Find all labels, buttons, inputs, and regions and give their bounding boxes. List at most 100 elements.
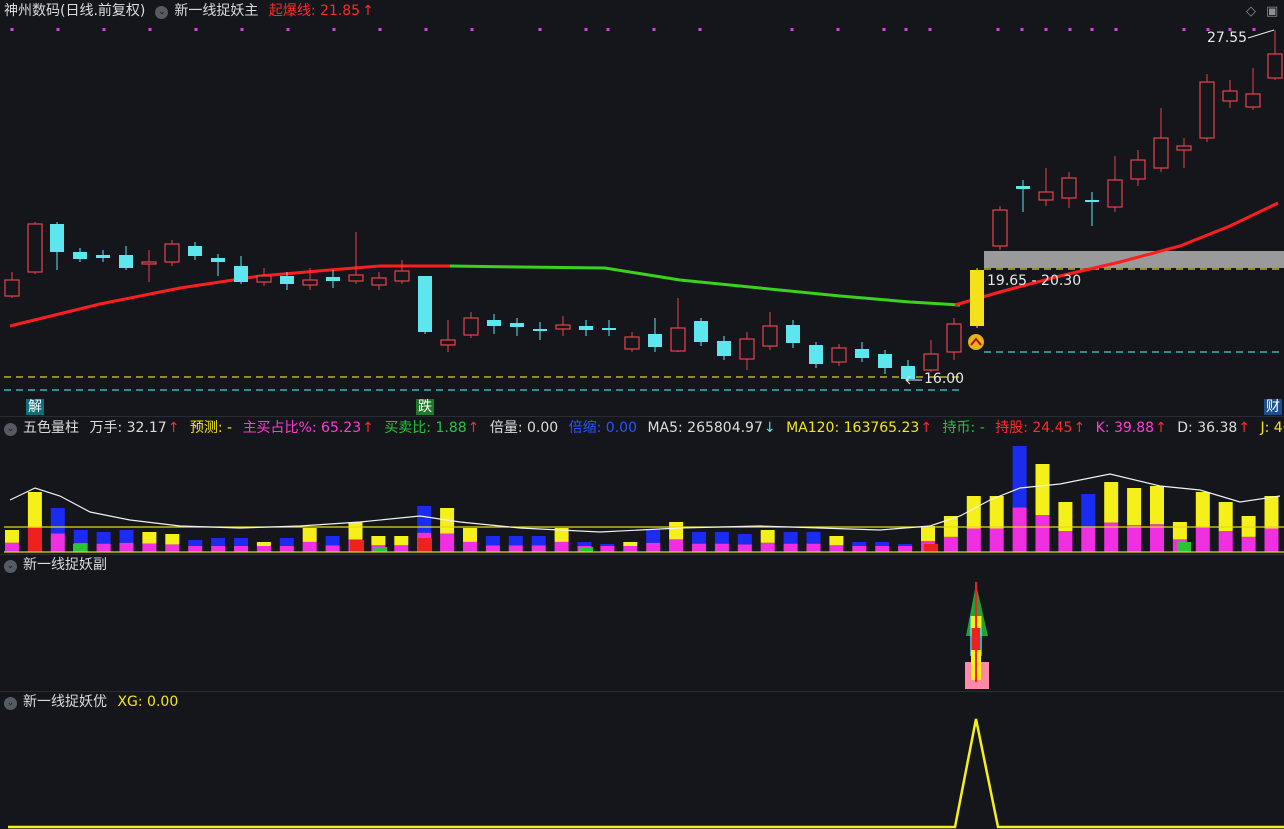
candle-body-up: [946, 323, 962, 353]
price-panel[interactable]: 神州数码(日线.前复权) ⌄ 新一线捉妖主 起爆线: 21.85 ↑ ◇ ▣ 27.5…: [0, 0, 1284, 416]
volume-bar-top: [119, 530, 134, 543]
signal-dot: [148, 28, 152, 31]
collapse-icon[interactable]: ⌄: [4, 697, 17, 710]
signal-dot: [928, 28, 932, 31]
signal-dot: [1044, 28, 1048, 31]
sub-chart[interactable]: [0, 554, 1284, 691]
breakout-zone-label: 19.65 - 20.30: [987, 273, 1082, 289]
volume-bar-top: [1012, 446, 1027, 508]
ma120: MA120: 163765.23: [786, 420, 920, 436]
volume-bar-main: [325, 545, 340, 552]
candle-body-down: [579, 326, 593, 330]
candle-body-down: [280, 276, 294, 284]
volume-bar-top: [1264, 496, 1279, 529]
up-arrow-icon: ↑: [467, 420, 480, 436]
candle-body-up: [624, 336, 640, 350]
zhumai: 主买占比%: 65.23: [242, 420, 362, 436]
signal-dot: [1114, 28, 1118, 31]
volume-bar-main: [508, 545, 523, 552]
volume-bar-main: [760, 542, 775, 552]
volume-bar-main: [188, 546, 203, 552]
volume-bar-main: [1218, 531, 1233, 552]
chigu: 持股: 24.45: [995, 420, 1073, 436]
sub-header: ⌄ 新一线捉妖副: [0, 554, 113, 576]
volume-bar-top: [898, 544, 913, 546]
volume-bar-main: [1081, 527, 1096, 552]
signal-dot: [996, 28, 1000, 31]
signal-badge-icon: [968, 334, 984, 350]
indicator-name[interactable]: 新一线捉妖主: [174, 3, 258, 19]
volume-bar-top: [692, 532, 706, 544]
window-toggle-icon[interactable]: ▣: [1266, 4, 1278, 19]
xg-chart[interactable]: [0, 691, 1284, 829]
volume-bar-main: [50, 533, 65, 552]
volume-bar-main: [485, 545, 500, 552]
volume-bar-main: [1241, 536, 1256, 552]
volume-bar-top: [188, 540, 203, 546]
volume-bar-main: [5, 542, 19, 552]
signal-dot: [424, 28, 428, 31]
volume-bar-top: [806, 532, 821, 544]
sub-title[interactable]: 新一线捉妖副: [23, 557, 107, 573]
volume-bar-main: [165, 544, 180, 552]
candle-body-down: [418, 276, 432, 332]
volume-bar-main: [623, 546, 638, 552]
candle-body-down: [211, 258, 225, 262]
candle-body-down: [326, 277, 340, 281]
opt-title[interactable]: 新一线捉妖优: [23, 694, 107, 710]
volume-bar-top: [5, 530, 19, 543]
volume-bar-top: [27, 492, 42, 527]
candle-body-up: [1038, 191, 1054, 201]
candle-body-down: [533, 329, 547, 331]
volume-panel[interactable]: ⌄ 五色量柱 万手: 32.17↑ 预测: - 主买占比%: 65.23↑ 买卖比…: [0, 416, 1284, 554]
volume-bar-main: [898, 546, 913, 552]
volume-bar-accent: [579, 547, 593, 552]
volume-bar-main: [234, 546, 248, 552]
volume-bar-top: [783, 532, 798, 544]
volume-bar-main: [669, 539, 684, 552]
volume-bar-top: [1104, 482, 1119, 523]
volume-bar-top: [142, 532, 157, 544]
sub-panel[interactable]: ⌄ 新一线捉妖副: [0, 554, 1284, 691]
price-chart[interactable]: [0, 0, 1284, 416]
volume-bar-accent: [350, 540, 364, 552]
volume-bar-main: [600, 546, 615, 552]
signal-dot: [652, 28, 656, 31]
signal-dot: [378, 28, 382, 31]
volume-bar-top: [394, 536, 409, 546]
volume-bar-main: [646, 542, 661, 552]
signal-dot: [56, 28, 60, 31]
stock-name[interactable]: 神州数码(日线.前复权): [4, 3, 145, 19]
diamond-icon[interactable]: ◇: [1246, 4, 1256, 19]
volume-bar-top: [73, 530, 88, 543]
j-value: J: 46.88: [1260, 420, 1284, 436]
volume-bar-top: [96, 532, 111, 544]
candle-body-up: [670, 327, 686, 352]
candle-body-down: [809, 345, 823, 364]
volume-header: ⌄ 五色量柱 万手: 32.17↑ 预测: - 主买占比%: 65.23↑ 买卖比…: [0, 417, 1284, 439]
volume-bar-top: [325, 536, 340, 546]
up-arrow-icon: ↑: [1155, 420, 1167, 436]
up-arrow-icon: ↑: [362, 3, 374, 19]
collapse-icon[interactable]: ⌄: [4, 560, 17, 573]
candle-body-down: [648, 334, 662, 347]
price-header: 神州数码(日线.前复权) ⌄ 新一线捉妖主 起爆线: 21.85 ↑: [4, 0, 380, 22]
candle-body-up: [1107, 179, 1123, 208]
candle-body-up: [1176, 145, 1192, 151]
dropdown-icon[interactable]: ⌄: [155, 6, 169, 19]
volume-bar-top: [875, 542, 890, 546]
candle-body-up: [256, 275, 272, 283]
opt-panel[interactable]: ⌄ 新一线捉妖优 XG: 0.00: [0, 691, 1284, 829]
beisuo: 倍缩: 0.00: [568, 420, 637, 436]
volume-bar-accent: [418, 538, 432, 552]
volume-title[interactable]: 五色量柱: [23, 420, 79, 436]
tag-cai: 财: [1264, 399, 1282, 415]
low-price-annotation: 16.00: [924, 371, 965, 387]
signal-dot: [1252, 28, 1256, 31]
volume-bar-accent: [924, 544, 938, 552]
signal-dot: [332, 28, 336, 31]
candle-body-up: [555, 324, 571, 330]
collapse-icon[interactable]: ⌄: [4, 423, 17, 436]
volume-bar-top: [1081, 494, 1096, 528]
volume-bar-top: [921, 526, 935, 542]
